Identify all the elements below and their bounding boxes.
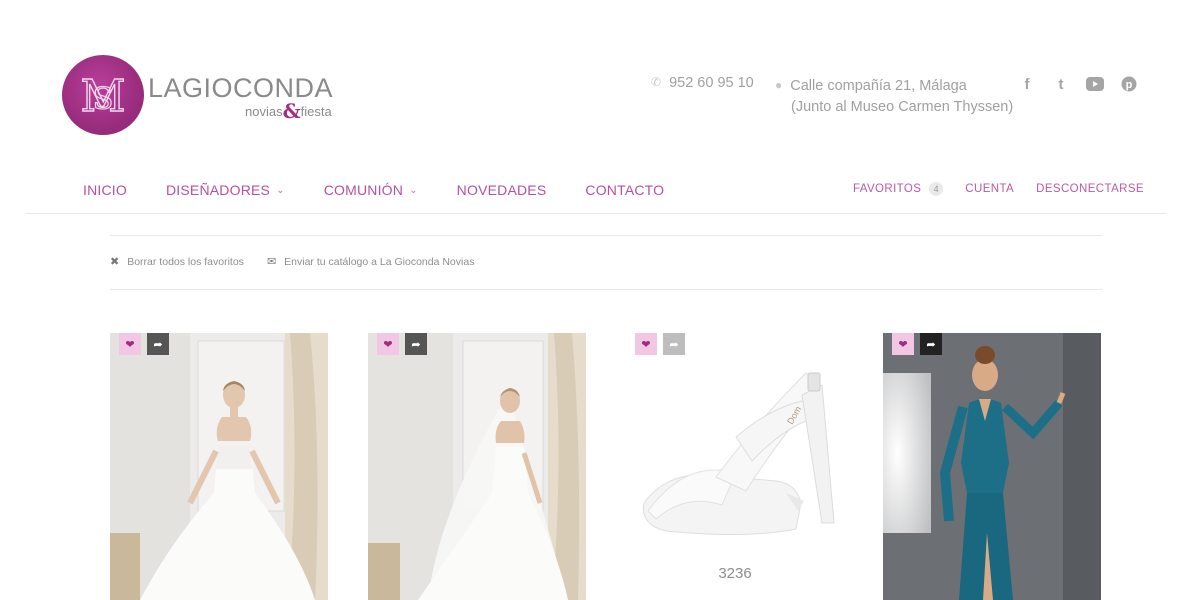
tagline-novias: novias [245,104,283,119]
phone-icon: ✆ [651,75,662,89]
product-image-wedding-dress-veil [368,333,586,600]
nav-label: DISEÑADORES [165,182,271,198]
account-link[interactable]: CUENTA [965,183,1014,195]
clear-favorites-label: Borrar todos los favoritos [127,255,244,268]
nav-novedades[interactable]: NOVEDADES [457,182,547,198]
address-line-2: (Junto al Museo Carmen Thyssen) [791,99,1014,115]
favorite-heart-icon[interactable]: ❤ [377,333,399,355]
user-nav: FAVORITOS 4 CUENTA DESCONECTARSE [831,182,1144,196]
favorite-heart-icon[interactable]: ❤ [635,333,657,355]
logo-tagline: novias&fiesta [245,99,332,123]
product-reference: 3236 [718,565,752,582]
share-icon[interactable]: ➦ [405,333,427,355]
logo-monogram: M S [62,55,144,135]
map-pin-icon: ● [775,78,783,92]
account-label: CUENTA [965,183,1015,195]
product-card[interactable]: Dom ❤ ➦ 3236 [626,333,844,600]
nav-label: COMUNIÓN [323,182,404,198]
send-catalog-label: Enviar tu catálogo a La Gioconda Novias [284,255,475,268]
product-image-teal-gown [883,333,1101,600]
nav-disenadores[interactable]: DISEÑADORES ⌄ [166,182,285,198]
svg-text:S: S [93,82,114,117]
actions-top-divider [110,235,1102,236]
main-nav: INICIO DISEÑADORES ⌄ COMUNIÓN ⌄ NOVEDADES … [83,182,703,198]
address-line-1: Calle compañía 21, Málaga [790,78,967,94]
product-card[interactable]: ❤ ➦ [883,333,1101,600]
envelope-icon: ✉ [266,256,277,268]
youtube-icon[interactable] [1086,74,1104,94]
pinterest-icon[interactable]: p [1120,74,1138,94]
social-links: f t p [1018,74,1138,94]
actions-bottom-divider [110,289,1102,290]
twitter-icon[interactable]: t [1052,74,1070,94]
facebook-icon[interactable]: f [1018,74,1036,94]
close-icon: ✖ [110,256,120,268]
share-icon[interactable]: ➦ [663,333,685,355]
favorite-heart-icon[interactable]: ❤ [892,333,914,355]
nav-inicio[interactable]: INICIO [83,182,127,198]
phone-info[interactable]: ✆ 952 60 95 10 [651,75,754,91]
nav-contacto[interactable]: CONTACTO [585,182,664,198]
nav-comunion[interactable]: COMUNIÓN ⌄ [324,182,418,198]
svg-text:p: p [1126,79,1133,91]
share-icon[interactable]: ➦ [147,333,169,355]
chevron-down-icon: ⌄ [276,184,285,196]
product-image-wedding-dress [110,333,328,600]
product-image-bridal-sandal: Dom [626,333,844,600]
phone-number: 952 60 95 10 [669,75,754,91]
favorites-actions: ✖ Borrar todos los favoritos ✉ Enviar tu… [110,255,497,269]
product-card[interactable]: ❤ ➦ [368,333,586,600]
nav-divider [26,213,1166,214]
tagline-fiesta: fiesta [300,104,332,119]
share-icon[interactable]: ➦ [920,333,942,355]
address-info: ● Calle compañía 21, Málaga (Junto al Mus… [775,75,1013,118]
product-card[interactable]: ❤ ➦ [110,333,328,600]
nav-label: INICIO [83,182,127,198]
logout-link[interactable]: DESCONECTARSE [1036,183,1144,195]
tagline-ampersand: & [282,99,301,123]
send-catalog-button[interactable]: ✉ Enviar tu catálogo a La Gioconda Novia… [266,255,475,269]
chevron-down-icon: ⌄ [409,184,418,196]
nav-label: NOVEDADES [456,182,547,198]
nav-label: CONTACTO [585,182,665,198]
favorites-label: FAVORITOS [852,183,922,195]
logout-label: DESCONECTARSE [1036,183,1144,195]
favorites-link[interactable]: FAVORITOS 4 [852,182,944,196]
site-logo[interactable]: M S LAGIOCONDA novias&fiesta [62,55,342,135]
clear-favorites-button[interactable]: ✖ Borrar todos los favoritos [110,255,244,269]
favorite-heart-icon[interactable]: ❤ [119,333,141,355]
favorites-count-badge: 4 [929,182,944,196]
